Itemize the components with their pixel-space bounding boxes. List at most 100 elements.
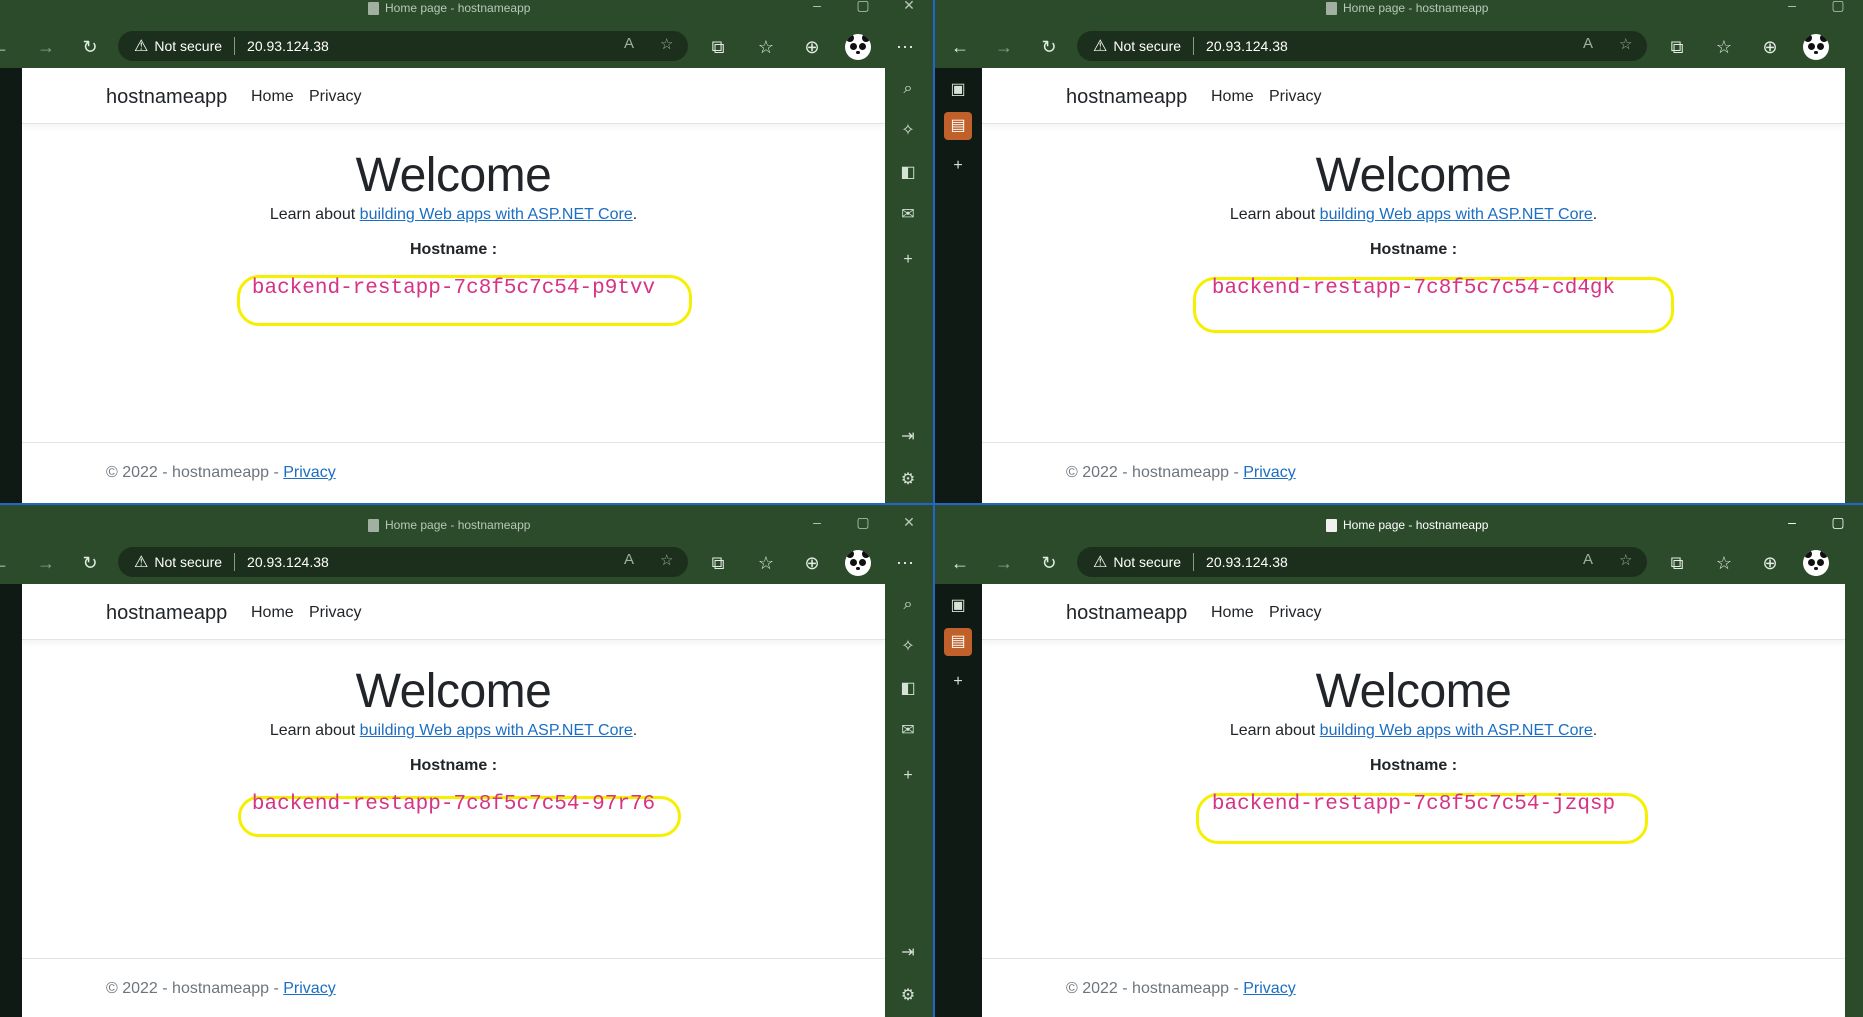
add-favorite-icon[interactable]: ☆ [660,551,673,569]
forward-arrow-icon[interactable]: → [990,549,1018,577]
nav-home-link[interactable]: Home [1211,604,1254,622]
favorites-icon[interactable]: ☆ [752,549,780,577]
add-icon[interactable]: + [896,248,920,272]
favorites-icon[interactable]: ☆ [1710,33,1738,61]
profile-avatar-icon[interactable] [1803,34,1829,60]
sidebar-layout-icon[interactable]: ⇥ [896,425,920,449]
profile-avatar-icon[interactable] [845,550,871,576]
office-icon[interactable]: ◧ [896,677,920,701]
collections-icon[interactable]: ⊕ [798,33,826,61]
title-bar: Home page - hostnameapp – ▢ ✕ [0,0,934,17]
sidebar-layout-icon[interactable]: ⇥ [896,941,920,965]
url-text[interactable]: 20.93.124.38 [1206,554,1288,570]
add-icon[interactable]: + [896,764,920,788]
office-icon[interactable]: ◧ [896,161,920,185]
footer-privacy-link[interactable]: Privacy [1243,464,1295,481]
more-icon[interactable]: ⋯ [891,549,919,577]
profile-avatar-icon[interactable] [845,34,871,60]
forward-arrow-icon[interactable]: → [990,33,1018,61]
divider [1193,553,1195,571]
more-icon[interactable]: ⋯ [891,33,919,61]
read-aloud-icon[interactable]: A [1583,35,1593,52]
forward-arrow-icon[interactable]: → [32,549,60,577]
tab-actions-icon[interactable]: ▣ [946,78,970,102]
read-aloud-icon[interactable]: A [1583,551,1593,568]
read-aloud-icon[interactable]: A [624,35,634,52]
maximize-icon[interactable]: ▢ [1823,514,1853,531]
url-text[interactable]: 20.93.124.38 [1206,38,1288,54]
favorites-icon[interactable]: ☆ [752,33,780,61]
site-brand[interactable]: hostnameapp [1066,86,1187,109]
site-brand[interactable]: hostnameapp [1066,602,1187,625]
url-text[interactable]: 20.93.124.38 [247,38,329,54]
refresh-icon[interactable]: ↻ [76,549,104,577]
address-bar[interactable]: ⚠ Not secure 20.93.124.38 A ☆ [118,31,688,61]
site-navbar: hostnameapp Home Privacy [22,68,885,124]
forward-arrow-icon[interactable]: → [32,33,60,61]
footer-privacy-link[interactable]: Privacy [283,464,335,481]
nav-privacy-link[interactable]: Privacy [309,88,361,106]
refresh-icon[interactable]: ↻ [1035,33,1063,61]
url-text[interactable]: 20.93.124.38 [247,554,329,570]
collections-icon[interactable]: ⊕ [798,549,826,577]
outlook-icon[interactable]: ✉ [896,719,920,743]
new-tab-icon[interactable]: + [946,154,970,178]
extensions-icon[interactable]: ⧉ [704,549,732,577]
learn-link[interactable]: building Web apps with ASP.NET Core [1320,206,1593,223]
site-brand[interactable]: hostnameapp [106,602,227,625]
add-favorite-icon[interactable]: ☆ [1619,35,1632,53]
site-brand[interactable]: hostnameapp [106,86,227,109]
extensions-icon[interactable]: ⧉ [704,33,732,61]
back-arrow-icon[interactable]: ← [0,33,14,61]
sparkle-icon[interactable]: ✧ [896,635,920,659]
refresh-icon[interactable]: ↻ [76,33,104,61]
favorites-icon[interactable]: ☆ [1710,549,1738,577]
minimize-icon[interactable]: – [1777,0,1807,13]
back-arrow-icon[interactable]: ← [0,549,14,577]
gear-icon[interactable]: ⚙ [896,468,920,492]
extensions-icon[interactable]: ⧉ [1663,33,1691,61]
maximize-icon[interactable]: ▢ [1823,0,1853,14]
gear-icon[interactable]: ⚙ [896,984,920,1008]
address-bar[interactable]: ⚠ Not secure 20.93.124.38 A ☆ [1077,547,1647,577]
refresh-icon[interactable]: ↻ [1035,549,1063,577]
add-favorite-icon[interactable]: ☆ [1619,551,1632,569]
nav-privacy-link[interactable]: Privacy [309,604,361,622]
close-icon[interactable]: ✕ [894,0,924,14]
nav-home-link[interactable]: Home [251,88,294,106]
maximize-icon[interactable]: ▢ [848,0,878,14]
new-tab-icon[interactable]: + [946,670,970,694]
footer-privacy-link[interactable]: Privacy [1243,980,1295,997]
collections-icon[interactable]: ⊕ [1756,549,1784,577]
nav-home-link[interactable]: Home [1211,88,1254,106]
learn-link[interactable]: building Web apps with ASP.NET Core [360,722,633,739]
address-bar[interactable]: ⚠ Not secure 20.93.124.38 A ☆ [118,547,688,577]
back-arrow-icon[interactable]: ← [946,33,974,61]
minimize-icon[interactable]: – [1777,514,1807,530]
extensions-icon[interactable]: ⧉ [1663,549,1691,577]
sparkle-icon[interactable]: ✧ [896,119,920,143]
nav-privacy-link[interactable]: Privacy [1269,604,1321,622]
close-icon[interactable]: ✕ [894,514,924,531]
collections-icon[interactable]: ⊕ [1756,33,1784,61]
search-icon[interactable]: ⌕ [896,77,920,101]
search-icon[interactable]: ⌕ [896,593,920,617]
nav-home-link[interactable]: Home [251,604,294,622]
active-tab-icon[interactable]: ▤ [944,112,972,140]
outlook-icon[interactable]: ✉ [896,203,920,227]
nav-privacy-link[interactable]: Privacy [1269,88,1321,106]
active-tab-icon[interactable]: ▤ [944,628,972,656]
footer-privacy-link[interactable]: Privacy [283,980,335,997]
page-icon [368,518,379,532]
back-arrow-icon[interactable]: ← [946,549,974,577]
minimize-icon[interactable]: – [802,514,832,530]
maximize-icon[interactable]: ▢ [848,514,878,531]
address-bar[interactable]: ⚠ Not secure 20.93.124.38 A ☆ [1077,31,1647,61]
tab-actions-icon[interactable]: ▣ [946,594,970,618]
read-aloud-icon[interactable]: A [624,551,634,568]
learn-link[interactable]: building Web apps with ASP.NET Core [1320,722,1593,739]
profile-avatar-icon[interactable] [1803,550,1829,576]
add-favorite-icon[interactable]: ☆ [660,35,673,53]
minimize-icon[interactable]: – [802,0,832,13]
learn-link[interactable]: building Web apps with ASP.NET Core [360,206,633,223]
